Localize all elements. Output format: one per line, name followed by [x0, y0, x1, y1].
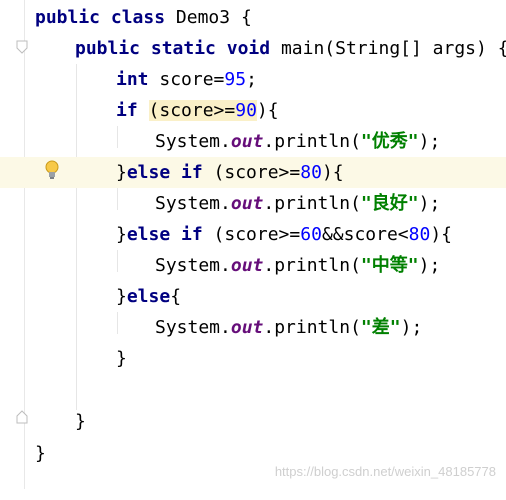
brace: } [116, 162, 127, 183]
field-ref: out [230, 131, 264, 152]
code-line-5[interactable]: System.out.println("优秀"); [0, 126, 506, 157]
condition: (score>= [202, 162, 301, 183]
code-line-14[interactable]: } [0, 406, 506, 437]
string-literal: "优秀" [360, 131, 419, 152]
string-literal: "中等" [360, 255, 419, 276]
string-literal: "差" [360, 317, 401, 338]
keyword: void [226, 38, 271, 59]
paren: ) [321, 162, 333, 183]
statement-end: ); [418, 193, 441, 214]
keyword: else if [126, 224, 203, 245]
watermark: https://blog.csdn.net/weixin_48185778 [274, 464, 496, 479]
paren: ) [430, 224, 442, 245]
field-ref: out [230, 193, 264, 214]
keyword: int [116, 69, 149, 90]
keyword: class [110, 7, 166, 28]
method-call: .println( [263, 317, 361, 338]
class-name: Demo3 [175, 7, 231, 28]
brace: } [116, 286, 127, 307]
brace: } [116, 224, 127, 245]
code-line-9[interactable]: System.out.println("中等"); [0, 250, 506, 281]
brace: { [441, 224, 453, 245]
number-literal: 90 [235, 100, 257, 121]
semicolon: ; [246, 69, 257, 90]
code-line-13[interactable] [0, 374, 506, 405]
code-line-7[interactable]: System.out.println("良好"); [0, 188, 506, 219]
code-line-12[interactable]: } [0, 343, 506, 374]
field-ref: out [230, 317, 264, 338]
code-line-1[interactable]: public class Demo3 { [0, 2, 506, 33]
keyword: static [150, 38, 216, 59]
code-line-3[interactable]: int score=95; [0, 64, 506, 95]
class-ref: System. [155, 131, 231, 152]
code-line-2[interactable]: public static void main(String[] args) { [0, 33, 506, 64]
brace: } [75, 411, 86, 432]
code-line-8[interactable]: }else if (score>=60&&score<80){ [0, 219, 506, 250]
brace: { [332, 162, 344, 183]
string-literal: "良好" [360, 193, 419, 214]
condition: score>= [159, 100, 236, 121]
field-ref: out [230, 255, 264, 276]
variable: score= [159, 69, 225, 90]
number-literal: 80 [300, 162, 322, 183]
keyword: if [116, 100, 138, 121]
code-line-11[interactable]: System.out.println("差"); [0, 312, 506, 343]
method-signature: main(String[] args) [280, 38, 487, 59]
paren: ) [256, 100, 268, 121]
statement-end: ); [400, 317, 423, 338]
paren: ( [148, 100, 160, 121]
condition: &&score< [321, 224, 409, 245]
keyword: public [75, 38, 141, 59]
class-ref: System. [155, 317, 231, 338]
number-literal: 60 [300, 224, 322, 245]
method-call: .println( [263, 131, 361, 152]
code-line-4[interactable]: if (score>=90){ [0, 95, 506, 126]
code-line-10[interactable]: }else{ [0, 281, 506, 312]
brace: } [35, 443, 46, 464]
statement-end: ); [418, 131, 441, 152]
brace: { [498, 38, 506, 59]
condition: (score>= [202, 224, 301, 245]
number-literal: 80 [408, 224, 431, 245]
keyword: else if [126, 162, 203, 183]
brace: { [170, 286, 182, 307]
class-ref: System. [155, 193, 231, 214]
keyword: public [35, 7, 101, 28]
code-line-6[interactable]: }else if (score>=80){ [0, 157, 506, 188]
brace: { [240, 7, 252, 28]
method-call: .println( [263, 255, 361, 276]
brace: { [267, 100, 279, 121]
statement-end: ); [418, 255, 441, 276]
keyword: else [126, 286, 171, 307]
brace: } [116, 348, 127, 369]
lightbulb-icon[interactable] [44, 159, 60, 181]
method-call: .println( [263, 193, 361, 214]
class-ref: System. [155, 255, 231, 276]
number-literal: 95 [224, 69, 247, 90]
